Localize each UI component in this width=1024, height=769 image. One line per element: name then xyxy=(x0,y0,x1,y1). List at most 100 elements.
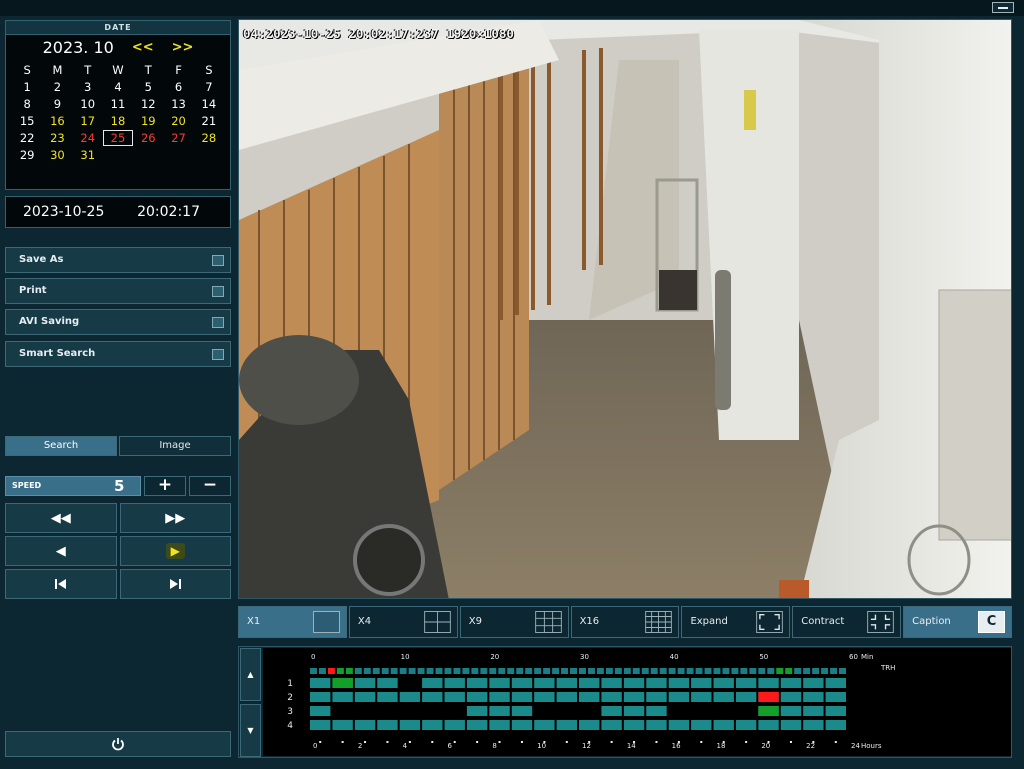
hour-segment xyxy=(825,706,846,716)
skip-end-icon xyxy=(170,579,182,589)
speed-value: 5 xyxy=(114,477,125,495)
minute-segment xyxy=(318,668,326,674)
next-month-button[interactable]: >> xyxy=(172,40,194,55)
scroll-down-button[interactable]: ▼ xyxy=(240,704,261,757)
hour-segment xyxy=(310,706,331,716)
step-forward-button[interactable] xyxy=(119,569,231,599)
datetime-display: 2023-10-25 20:02:17 xyxy=(5,196,231,228)
calendar-day[interactable]: 4 xyxy=(103,79,133,95)
layout-x16-button[interactable]: X16 xyxy=(570,606,680,638)
timeline-chart[interactable]: 0 10 20 30 40 50 60 Min 1 2 3 4 0 2 4 6 8 10 12 14 16 18 20 22 2… xyxy=(263,648,1011,756)
caption-button[interactable]: Caption C xyxy=(903,606,1013,638)
calendar-day[interactable]: 20 xyxy=(163,113,193,129)
caption-label: Caption xyxy=(912,616,951,627)
hour-tick-label: 8 xyxy=(492,742,496,750)
fast-rewind-button[interactable]: ◀◀ xyxy=(5,503,117,533)
reverse-play-button[interactable]: ◀ xyxy=(5,536,117,566)
calendar-day[interactable]: 26 xyxy=(133,130,163,146)
calendar-day[interactable]: 14 xyxy=(194,96,224,112)
hour-segment xyxy=(780,692,802,702)
calendar-day[interactable]: 1 xyxy=(12,79,42,95)
minute-segment xyxy=(677,668,685,674)
minute-segment xyxy=(408,668,416,674)
hour-segment xyxy=(534,678,555,688)
prev-month-button[interactable]: << xyxy=(132,40,154,55)
avi-saving-checkbox-icon xyxy=(212,317,224,328)
layout-x9-button[interactable]: X9 xyxy=(459,606,569,638)
hour-segment xyxy=(780,720,802,730)
contract-button[interactable]: Contract xyxy=(792,606,902,638)
layout-x1-button[interactable]: X1 xyxy=(238,606,347,638)
hour-segment xyxy=(534,692,555,702)
hour-segment xyxy=(713,706,734,716)
minute-segment xyxy=(758,668,766,674)
calendar-day[interactable]: 5 xyxy=(133,79,163,95)
calendar-day[interactable]: 31 xyxy=(73,147,103,163)
hour-segment xyxy=(399,706,421,716)
hour-segment xyxy=(646,692,667,702)
hour-segment xyxy=(332,692,353,702)
speed-increase-button[interactable]: + xyxy=(144,476,186,496)
calendar-day[interactable]: 28 xyxy=(194,130,224,146)
calendar-day[interactable]: 12 xyxy=(133,96,163,112)
hour-tick-label: 14 xyxy=(627,742,636,750)
calendar-day[interactable]: 17 xyxy=(73,113,103,129)
calendar-day[interactable]: 19 xyxy=(133,113,163,129)
calendar-day[interactable]: 29 xyxy=(12,147,42,163)
minute-segment xyxy=(345,668,353,674)
calendar-day[interactable]: 8 xyxy=(12,96,42,112)
fast-forward-button[interactable]: ▶▶ xyxy=(119,503,231,533)
expand-button[interactable]: Expand xyxy=(681,606,791,638)
layout-x4-button[interactable]: X4 xyxy=(348,606,458,638)
hour-dot xyxy=(767,741,770,743)
calendar-day[interactable]: 13 xyxy=(163,96,193,112)
calendar-day[interactable]: 25 xyxy=(102,130,134,146)
avi-saving-button[interactable]: AVI Saving xyxy=(5,309,231,335)
layout-x4-label: X4 xyxy=(357,616,372,627)
calendar-day[interactable]: 7 xyxy=(194,79,224,95)
hour-tick-label: 22 xyxy=(806,742,815,750)
calendar-day[interactable]: 2 xyxy=(42,79,72,95)
hour-segment xyxy=(444,692,465,702)
calendar-day[interactable]: 11 xyxy=(103,96,133,112)
calendar-day[interactable]: 10 xyxy=(73,96,103,112)
minute-segment xyxy=(444,668,452,674)
calendar-day[interactable]: 23 xyxy=(42,130,72,146)
calendar-day[interactable]: 3 xyxy=(73,79,103,95)
hour-segment xyxy=(444,720,465,730)
tab-search[interactable]: Search xyxy=(5,436,117,456)
calendar-day[interactable]: 9 xyxy=(42,96,72,112)
calendar-day[interactable]: 24 xyxy=(73,130,103,146)
calendar-day[interactable]: 30 xyxy=(42,147,72,163)
tab-image[interactable]: Image xyxy=(119,436,231,456)
calendar-day[interactable]: 27 xyxy=(163,130,193,146)
minimize-button[interactable] xyxy=(992,2,1014,13)
minute-segment xyxy=(543,668,551,674)
calendar-day[interactable]: 16 xyxy=(42,113,72,129)
calendar-day[interactable]: 22 xyxy=(12,130,42,146)
calendar-day[interactable]: 15 xyxy=(12,113,42,129)
corner-label: TRH xyxy=(880,664,895,672)
print-button[interactable]: Print xyxy=(5,278,231,304)
hour-segment xyxy=(444,706,465,716)
calendar-day[interactable]: 18 xyxy=(103,113,133,129)
hour-dot xyxy=(812,741,815,743)
minute-segment xyxy=(561,668,569,674)
nvr-playback-window: DATE 2023. 10 << >> S M T W T F S 1 2 3 4 5 6 7 8 9 10 11… xyxy=(0,0,1024,769)
smart-search-button[interactable]: Smart Search xyxy=(5,341,231,367)
camera-video-view[interactable]: 04:2023-10-25 20:02:17:237 1920×1080 xyxy=(238,19,1012,599)
speed-decrease-button[interactable]: − xyxy=(189,476,231,496)
save-as-button[interactable]: Save As xyxy=(5,247,231,273)
minute-segment xyxy=(363,668,371,674)
hour-unit-label: Hours xyxy=(861,742,882,750)
minute-segment xyxy=(480,668,488,674)
calendar-day[interactable]: 6 xyxy=(163,79,193,95)
play-button[interactable]: ▶ xyxy=(119,536,231,566)
playback-controls: ◀◀ ▶▶ ◀ ▶ xyxy=(5,503,231,599)
scroll-up-button[interactable]: ▲ xyxy=(240,648,261,701)
step-back-button[interactable] xyxy=(5,569,117,599)
calendar-day[interactable]: 21 xyxy=(194,113,224,129)
power-button[interactable] xyxy=(5,731,231,757)
hour-dot xyxy=(476,741,479,743)
hour-tick-label: 6 xyxy=(448,742,453,750)
